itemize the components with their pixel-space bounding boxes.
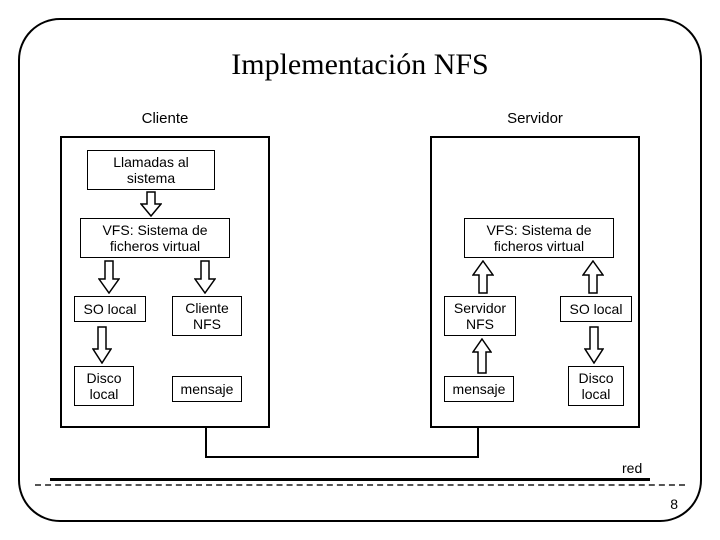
- arrow-down-icon: [98, 260, 120, 294]
- client-vfs-box: VFS: Sistema de ficheros virtual: [80, 218, 230, 258]
- arrow-down-icon: [584, 326, 604, 364]
- arrow-up-icon: [472, 260, 494, 294]
- client-nfs-box: Cliente NFS: [172, 296, 242, 336]
- client-disk-box: Disco local: [74, 366, 134, 406]
- server-vfs-box: VFS: Sistema de ficheros virtual: [464, 218, 614, 258]
- arrow-down-icon: [140, 191, 162, 217]
- server-so-local-box: SO local: [560, 296, 632, 322]
- network-line: [205, 456, 479, 458]
- client-message-box: mensaje: [172, 376, 242, 402]
- client-column-label: Cliente: [60, 110, 270, 127]
- page-number: 8: [670, 496, 678, 512]
- server-container: VFS: Sistema de ficheros virtual Servido…: [430, 136, 640, 428]
- server-disk-box: Disco local: [568, 366, 624, 406]
- server-message-box: mensaje: [444, 376, 514, 402]
- slide-title: Implementación NFS: [0, 48, 720, 82]
- network-bus-line: [50, 478, 650, 481]
- client-syscalls-box: Llamadas al sistema: [87, 150, 215, 190]
- arrow-up-icon: [472, 338, 492, 374]
- arrow-down-icon: [194, 260, 216, 294]
- diagram-area: Cliente Servidor Llamadas al sistema VFS…: [60, 110, 660, 470]
- client-so-local-box: SO local: [74, 296, 146, 322]
- arrow-down-icon: [92, 326, 112, 364]
- arrow-up-icon: [582, 260, 604, 294]
- server-nfs-box: Servidor NFS: [444, 296, 516, 336]
- network-label: red: [622, 460, 642, 476]
- client-container: Llamadas al sistema VFS: Sistema de fich…: [60, 136, 270, 428]
- footer-divider: [35, 484, 685, 486]
- network-line: [477, 428, 479, 458]
- network-line: [205, 428, 207, 458]
- server-column-label: Servidor: [430, 110, 640, 127]
